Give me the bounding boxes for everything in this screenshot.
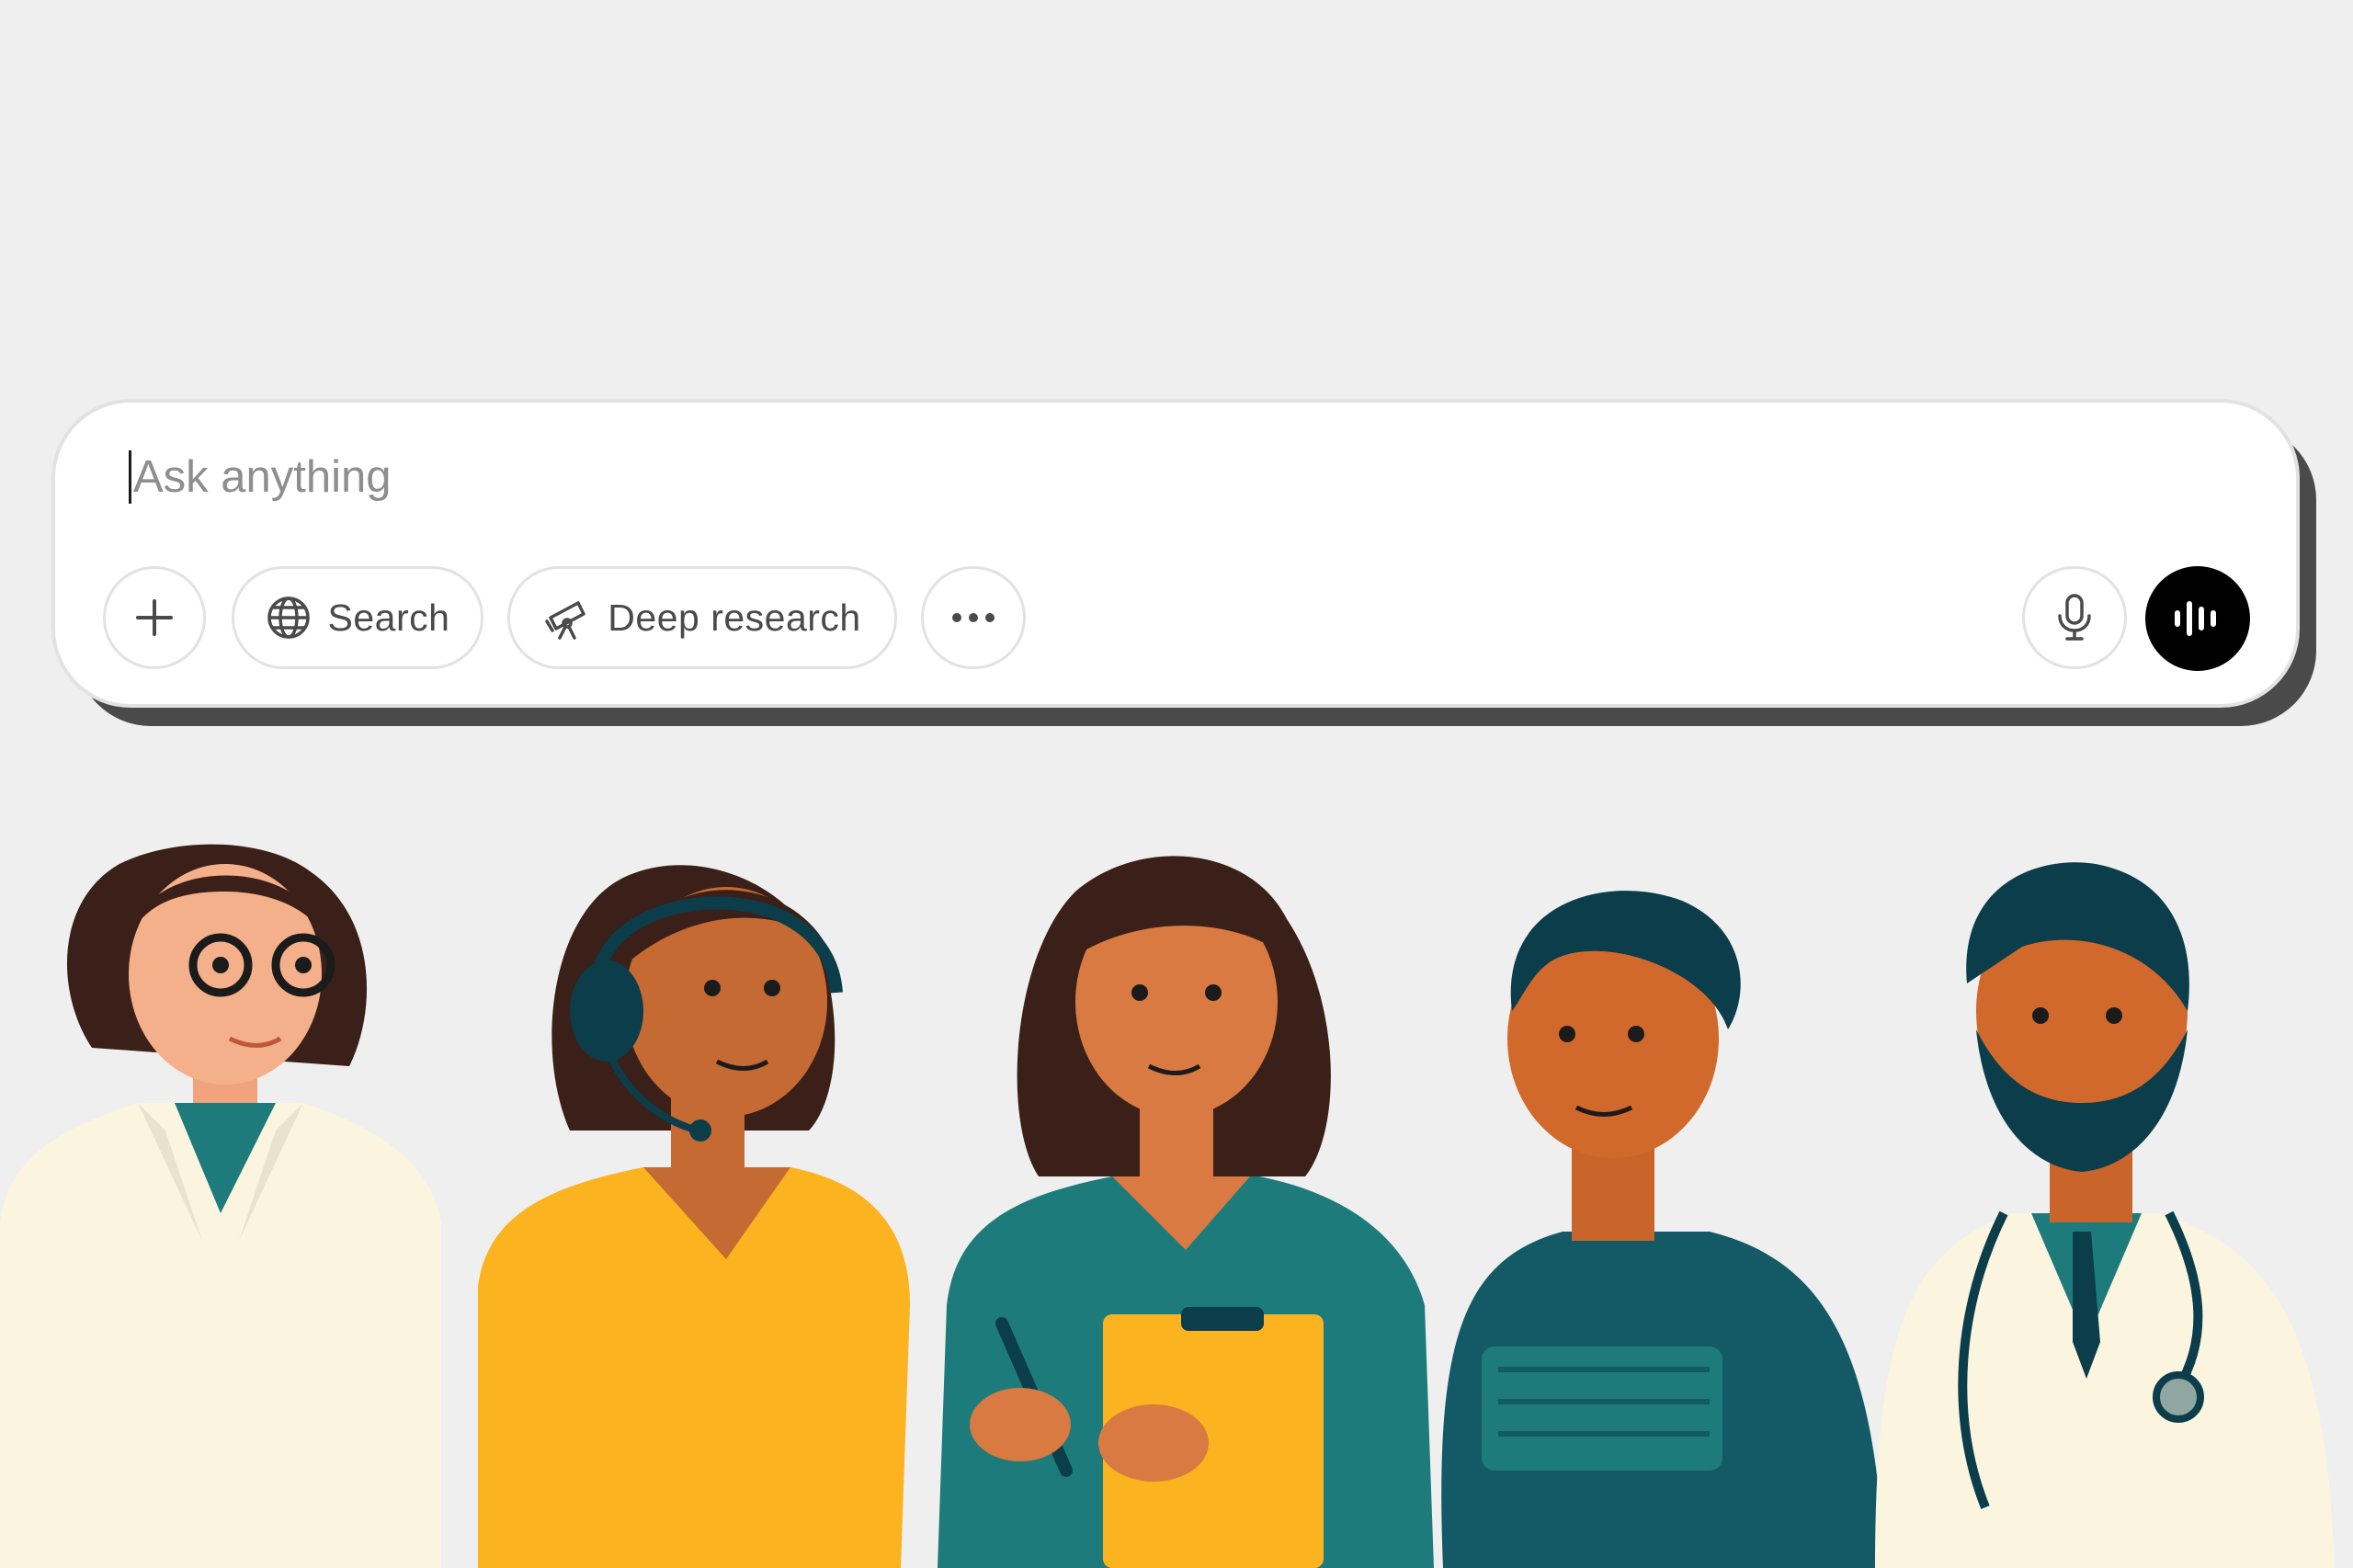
deep-research-button[interactable]: Deep research: [507, 566, 897, 669]
person-doctor-stethoscope: [1875, 862, 2335, 1568]
search-label: Search: [327, 596, 450, 639]
voice-waveform-icon: [2172, 597, 2223, 641]
telescope-icon: [543, 594, 591, 642]
prompt-placeholder: Ask anything: [133, 452, 392, 502]
person-doctor-glasses: [0, 844, 441, 1568]
voice-mode-button[interactable]: [2145, 566, 2250, 671]
deep-research-label: Deep research: [608, 596, 861, 639]
dictate-button[interactable]: [2022, 566, 2127, 669]
person-support-agent: [478, 865, 910, 1568]
add-button[interactable]: [103, 566, 206, 669]
search-button[interactable]: Search: [232, 566, 483, 669]
microphone-icon: [2056, 593, 2093, 642]
ellipsis-icon: [949, 611, 997, 624]
person-sweater: [1441, 891, 1884, 1568]
globe-icon: [266, 595, 312, 641]
prompt-input[interactable]: Ask anything: [129, 449, 392, 506]
text-caret: [129, 450, 131, 504]
person-clipboard: [938, 856, 1434, 1568]
people-illustration: [0, 844, 2335, 1568]
more-options-button[interactable]: [921, 566, 1026, 669]
plus-icon: [132, 596, 176, 640]
